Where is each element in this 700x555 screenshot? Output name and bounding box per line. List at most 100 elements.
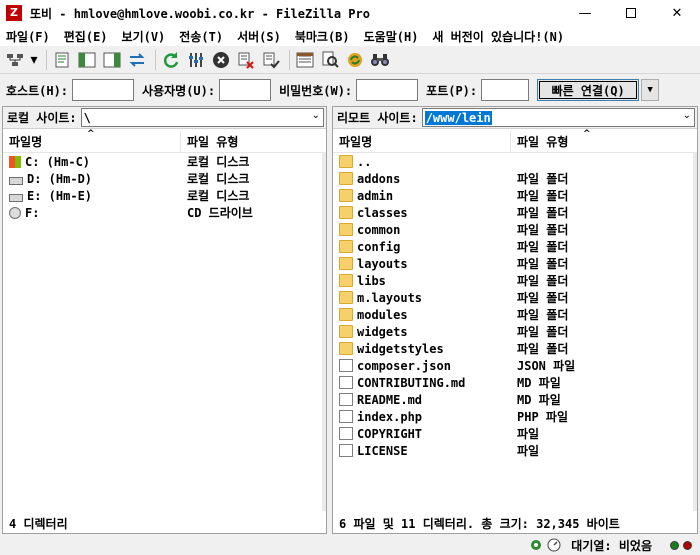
local-column-header: 파일명 ^ 파일 유형 xyxy=(3,129,326,153)
remote-item-type: 파일 폴더 xyxy=(517,291,569,305)
remote-site-label: 리모트 사이트: xyxy=(337,111,418,125)
local-col-filename[interactable]: 파일명 ^ xyxy=(3,129,181,152)
username-label: 사용자명(U): xyxy=(142,83,216,98)
remote-tree-icon[interactable] xyxy=(101,49,123,71)
list-item[interactable]: D: (Hm-D) 로컬 디스크 xyxy=(3,170,326,187)
quickconnect-dropdown-button[interactable]: ▼ xyxy=(641,79,660,101)
remote-pane: 리모트 사이트: /www/lein ⌄ 파일명 파일 유형 ^ .. addo… xyxy=(332,106,698,534)
site-manager-icon[interactable] xyxy=(4,49,26,71)
host-input[interactable] xyxy=(72,79,135,101)
port-input[interactable] xyxy=(481,79,530,101)
close-button[interactable]: ✕ xyxy=(654,0,700,26)
gear-icon[interactable] xyxy=(529,538,543,552)
menu-new-version[interactable]: 새 버전이 있습니다!(N) xyxy=(432,28,564,45)
remote-item-type: MD 파일 xyxy=(517,376,561,390)
menu-help[interactable]: 도움말(H) xyxy=(364,28,419,45)
local-path-value: \ xyxy=(83,110,91,125)
speed-limit-icon[interactable] xyxy=(547,538,561,552)
local-item-type: 로컬 디스크 xyxy=(187,172,250,186)
remote-file-list: .. addons 파일 폴더 admin 파일 폴더 classes 파일 폴더 c… xyxy=(333,153,697,459)
remote-item-type: 파일 xyxy=(517,427,540,441)
transfer-queue-icon[interactable] xyxy=(126,49,148,71)
filezilla-logo-icon: Z xyxy=(6,5,22,21)
list-item[interactable]: .. xyxy=(333,153,697,170)
queue-status: 대기열: 비었음 xyxy=(571,538,652,553)
list-item[interactable]: modules 파일 폴더 xyxy=(333,306,697,323)
file-icon xyxy=(339,444,353,457)
local-status: 4 디렉터리 xyxy=(3,513,326,533)
menu-bookmarks[interactable]: 북마크(B) xyxy=(295,28,350,45)
remote-col-filename-label: 파일명 xyxy=(339,135,373,149)
menu-transfer[interactable]: 전송(T) xyxy=(179,28,223,45)
remote-col-type[interactable]: 파일 유형 ^ xyxy=(511,129,697,152)
windows-drive-icon xyxy=(9,155,21,168)
remote-col-type-label: 파일 유형 xyxy=(517,135,569,149)
folder-icon xyxy=(339,291,353,304)
cancel-icon[interactable] xyxy=(210,49,232,71)
local-tree-icon[interactable] xyxy=(76,49,98,71)
remote-item-type: 파일 폴더 xyxy=(517,223,569,237)
menu-file[interactable]: 파일(F) xyxy=(6,28,50,45)
directory-listing-filter-icon[interactable] xyxy=(294,49,316,71)
menu-server[interactable]: 서버(S) xyxy=(237,28,281,45)
remote-item-name: classes xyxy=(357,205,408,220)
window-title: 또비 - hmlove@hmlove.woobi.co.kr - FileZil… xyxy=(30,6,370,21)
refresh-icon[interactable] xyxy=(160,49,182,71)
local-scrollbar[interactable] xyxy=(322,153,326,511)
list-item[interactable]: widgetstyles 파일 폴더 xyxy=(333,340,697,357)
list-item[interactable]: admin 파일 폴더 xyxy=(333,187,697,204)
local-col-type[interactable]: 파일 유형 xyxy=(181,131,238,152)
remote-item-name: .. xyxy=(357,154,372,169)
chevron-down-icon[interactable]: ⌄ xyxy=(312,110,320,121)
list-item[interactable]: E: (Hm-E) 로컬 디스크 xyxy=(3,187,326,204)
file-icon xyxy=(339,359,353,372)
local-item-name: E: (Hm-E) xyxy=(27,188,93,203)
chevron-down-icon[interactable]: ⌄ xyxy=(683,110,691,121)
file-icon xyxy=(339,427,353,440)
remote-scrollbar[interactable] xyxy=(693,153,697,511)
remote-item-name: widgetstyles xyxy=(357,341,444,356)
list-item[interactable]: m.layouts 파일 폴더 xyxy=(333,289,697,306)
search-icon[interactable] xyxy=(319,49,341,71)
local-path-combo[interactable]: \ ⌄ xyxy=(80,108,324,127)
list-item[interactable]: config 파일 폴더 xyxy=(333,238,697,255)
list-item[interactable]: LICENSE 파일 xyxy=(333,442,697,459)
message-log-icon[interactable] xyxy=(51,49,73,71)
remote-path-combo[interactable]: /www/lein ⌄ xyxy=(421,108,695,127)
list-item[interactable]: libs 파일 폴더 xyxy=(333,272,697,289)
list-item[interactable]: CONTRIBUTING.md MD 파일 xyxy=(333,374,697,391)
sync-browse-icon[interactable] xyxy=(344,49,366,71)
remote-item-name: config xyxy=(357,239,401,254)
list-item[interactable]: classes 파일 폴더 xyxy=(333,204,697,221)
list-item[interactable]: widgets 파일 폴더 xyxy=(333,323,697,340)
list-item[interactable]: README.md MD 파일 xyxy=(333,391,697,408)
list-item[interactable]: C: (Hm-C) 로컬 디스크 xyxy=(3,153,326,170)
remote-item-type: 파일 폴더 xyxy=(517,206,569,220)
dropdown-icon[interactable]: ▾ xyxy=(29,49,39,71)
list-item[interactable]: index.php PHP 파일 xyxy=(333,408,697,425)
menu-view[interactable]: 보기(V) xyxy=(122,28,166,45)
list-item[interactable]: common 파일 폴더 xyxy=(333,221,697,238)
binoculars-icon[interactable] xyxy=(369,49,391,71)
folder-icon xyxy=(339,155,353,168)
remote-item-name: widgets xyxy=(357,324,408,339)
username-input[interactable] xyxy=(219,79,272,101)
disconnect-icon[interactable] xyxy=(235,49,257,71)
remote-col-filename[interactable]: 파일명 xyxy=(333,131,511,152)
toolbar-separator xyxy=(46,49,47,70)
menu-edit[interactable]: 편집(E) xyxy=(64,28,108,45)
list-item[interactable]: layouts 파일 폴더 xyxy=(333,255,697,272)
local-pane: 로컬 사이트: \ ⌄ 파일명 ^ 파일 유형 C: (Hm-C) 로컬 디스크… xyxy=(2,106,327,534)
list-item[interactable]: F: CD 드라이브 xyxy=(3,204,326,221)
reconnect-icon[interactable] xyxy=(260,49,282,71)
menu-bar: 파일(F) 편집(E) 보기(V) 전송(T) 서버(S) 북마크(B) 도움말… xyxy=(0,26,700,46)
list-item[interactable]: composer.json JSON 파일 xyxy=(333,357,697,374)
file-icon xyxy=(339,376,353,389)
quickconnect-button[interactable]: 빠른 연결(Q) xyxy=(537,79,640,101)
maximize-button[interactable] xyxy=(608,0,654,26)
list-item[interactable]: COPYRIGHT 파일 xyxy=(333,425,697,442)
list-item[interactable]: addons 파일 폴더 xyxy=(333,170,697,187)
password-input[interactable] xyxy=(356,79,419,101)
minimize-button[interactable]: — xyxy=(562,0,608,26)
process-queue-icon[interactable] xyxy=(185,49,207,71)
